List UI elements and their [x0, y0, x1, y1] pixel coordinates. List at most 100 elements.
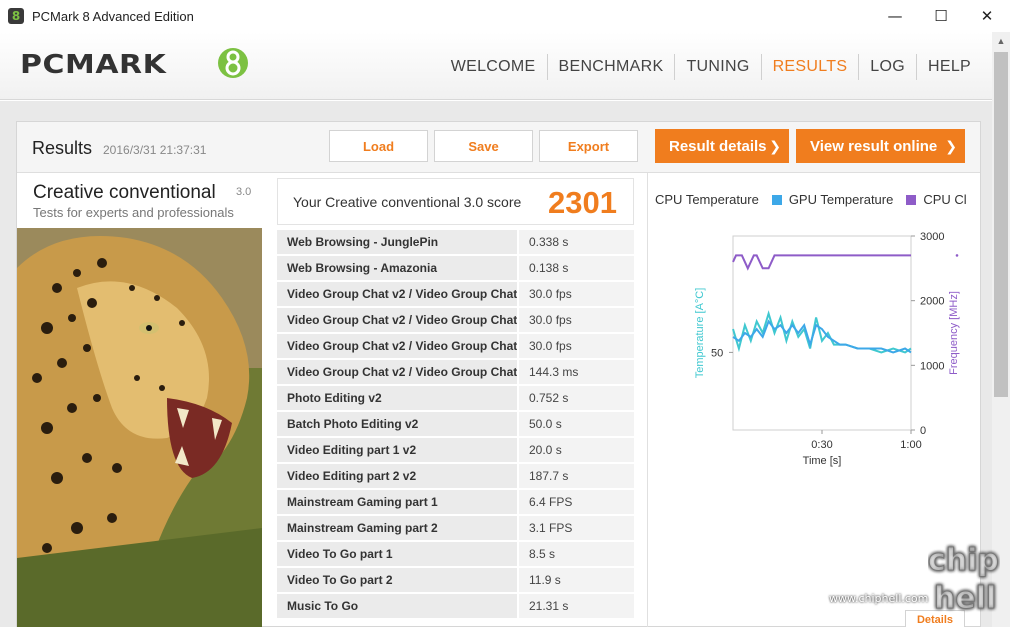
table-row: Mainstream Gaming part 1 6.4 FPS	[277, 490, 634, 516]
legend-gpu-temperature[interactable]: GPU Temperature	[771, 192, 894, 207]
x-axis-label: Time [s]	[803, 455, 842, 467]
chart-legend: CPU Temperature GPU Temperature CPU Clc	[655, 192, 967, 207]
app-header: PCMARK WELCOME BENCHMARK TUNING RESULTS …	[0, 32, 992, 100]
chiphell-logo-icon: chip hell	[928, 543, 1000, 617]
export-button[interactable]: Export	[539, 130, 638, 162]
nav-benchmark[interactable]: BENCHMARK	[546, 54, 675, 80]
score-box: Your Creative conventional 3.0 score 230…	[277, 178, 634, 225]
test-value: 20.0 s	[519, 438, 634, 462]
nav-tuning[interactable]: TUNING	[674, 54, 760, 80]
series-point	[955, 254, 959, 257]
watermark-site: www.chiphell.com	[829, 592, 929, 605]
y-right-tick-label: 2000	[920, 296, 944, 308]
score-value: 2301	[548, 185, 617, 220]
scroll-up-arrow-icon[interactable]: ▲	[992, 32, 1010, 50]
results-header: Results 2016/3/31 21:37:31 Load Save Exp…	[17, 122, 980, 173]
results-date: 2016/3/31 21:37:31	[103, 143, 207, 157]
table-row: Photo Editing v2 0.752 s	[277, 386, 634, 412]
test-name: Mainstream Gaming part 1	[277, 490, 519, 514]
window-title: PCMark 8 Advanced Edition	[32, 8, 194, 24]
test-name: Video Editing part 1 v2	[277, 438, 519, 462]
test-name: Video Group Chat v2 / Video Group Chat	[277, 282, 519, 306]
legend-swatch	[906, 194, 917, 205]
close-button[interactable]: ✕	[964, 0, 1010, 32]
test-value: 30.0 fps	[519, 282, 634, 306]
test-name: Video Group Chat v2 / Video Group Chat	[277, 308, 519, 332]
legend-cpu-clock[interactable]: CPU Clc	[906, 192, 967, 207]
view-online-label: View result online	[810, 137, 938, 155]
window-controls: — ☐ ✕	[872, 0, 1010, 32]
nav-log[interactable]: LOG	[858, 54, 916, 80]
test-name: Video Group Chat v2 / Video Group Chat	[277, 334, 519, 358]
view-result-online-button[interactable]: View result online ❯	[796, 129, 965, 163]
y-right-tick-label: 0	[920, 425, 926, 437]
minimize-button[interactable]: —	[872, 0, 918, 32]
pcmark-logo: PCMARK	[20, 50, 167, 80]
test-value: 50.0 s	[519, 412, 634, 436]
table-row: Web Browsing - Amazonia 0.138 s	[277, 256, 634, 282]
y-right-tick-label: 1000	[920, 360, 944, 372]
svg-text:chip: chip	[928, 543, 999, 578]
y-left-tick-label: 50	[711, 347, 723, 359]
monitoring-chart: 3000 2000 1000 0 50 0:30 1:00 Time [s] Temperatu…	[694, 231, 960, 467]
legend-label: GPU Temperature	[788, 192, 894, 207]
test-name: Batch Photo Editing v2	[277, 412, 519, 436]
nav-results[interactable]: RESULTS	[760, 54, 859, 80]
results-panel: Results 2016/3/31 21:37:31 Load Save Exp…	[16, 121, 981, 627]
chevron-right-icon: ❯	[945, 137, 957, 154]
save-button[interactable]: Save	[434, 130, 533, 162]
score-label: Your Creative conventional 3.0 score	[293, 194, 522, 210]
results-title: Results	[32, 138, 93, 158]
x-tick-label: 1:00	[900, 439, 921, 451]
table-row: Video Group Chat v2 / Video Group Chat 30…	[277, 282, 634, 308]
leopard-illustration	[17, 228, 262, 627]
benchmark-version: 3.0	[236, 186, 252, 198]
load-button[interactable]: Load	[329, 130, 428, 162]
test-name: Video Editing part 2 v2	[277, 464, 519, 488]
legend-label: CPU Clc	[923, 192, 967, 207]
test-value: 144.3 ms	[519, 360, 634, 384]
result-details-button[interactable]: Result details ❯	[655, 129, 789, 163]
test-value: 11.9 s	[519, 568, 634, 592]
test-name: Mainstream Gaming part 2	[277, 516, 519, 540]
table-row: Music To Go 21.31 s	[277, 594, 634, 620]
test-name: Music To Go	[277, 594, 519, 618]
table-row: Video To Go part 1 8.5 s	[277, 542, 634, 568]
table-row: Web Browsing - JunglePin 0.338 s	[277, 230, 634, 256]
main-nav: WELCOME BENCHMARK TUNING RESULTS LOG HEL…	[440, 54, 982, 80]
test-value: 0.752 s	[519, 386, 634, 410]
table-row: Mainstream Gaming part 2 3.1 FPS	[277, 516, 634, 542]
legend-cpu-temperature[interactable]: CPU Temperature	[655, 192, 759, 207]
pcmark-8-logo-icon	[218, 48, 248, 78]
nav-welcome[interactable]: WELCOME	[440, 54, 547, 80]
legend-swatch	[771, 194, 782, 205]
y-right-axis-label: Frequency [MHz]	[948, 291, 960, 375]
test-value: 21.31 s	[519, 594, 634, 618]
test-value: 187.7 s	[519, 464, 634, 488]
x-tick-label: 0:30	[811, 439, 832, 451]
legend-label: CPU Temperature	[655, 192, 759, 207]
test-value: 8.5 s	[519, 542, 634, 566]
table-row: Video Group Chat v2 / Video Group Chat 30…	[277, 308, 634, 334]
watermark-logo: chip hell	[928, 536, 1000, 620]
test-value: 30.0 fps	[519, 308, 634, 332]
test-name: Web Browsing - JunglePin	[277, 230, 519, 254]
test-value: 0.338 s	[519, 230, 634, 254]
test-results-table: Web Browsing - JunglePin 0.338 s Web Brow…	[277, 230, 634, 620]
svg-text:hell: hell	[934, 581, 996, 616]
test-value: 3.1 FPS	[519, 516, 634, 540]
nav-help[interactable]: HELP	[916, 54, 982, 80]
leopard-image	[17, 228, 262, 627]
pcmark-app-icon: 8	[8, 8, 24, 24]
test-name: Video To Go part 2	[277, 568, 519, 592]
benchmark-name: Creative conventional	[33, 182, 216, 203]
test-name: Web Browsing - Amazonia	[277, 256, 519, 280]
y-right-tick-label: 3000	[920, 231, 944, 243]
test-name: Photo Editing v2	[277, 386, 519, 410]
maximize-button[interactable]: ☐	[918, 0, 964, 32]
scrollbar-thumb[interactable]	[994, 52, 1008, 397]
window-titlebar: 8 PCMark 8 Advanced Edition — ☐ ✕	[0, 0, 1010, 32]
test-value: 0.138 s	[519, 256, 634, 280]
table-row: Video Group Chat v2 / Video Group Chat 14…	[277, 360, 634, 386]
table-row: Video To Go part 2 11.9 s	[277, 568, 634, 594]
